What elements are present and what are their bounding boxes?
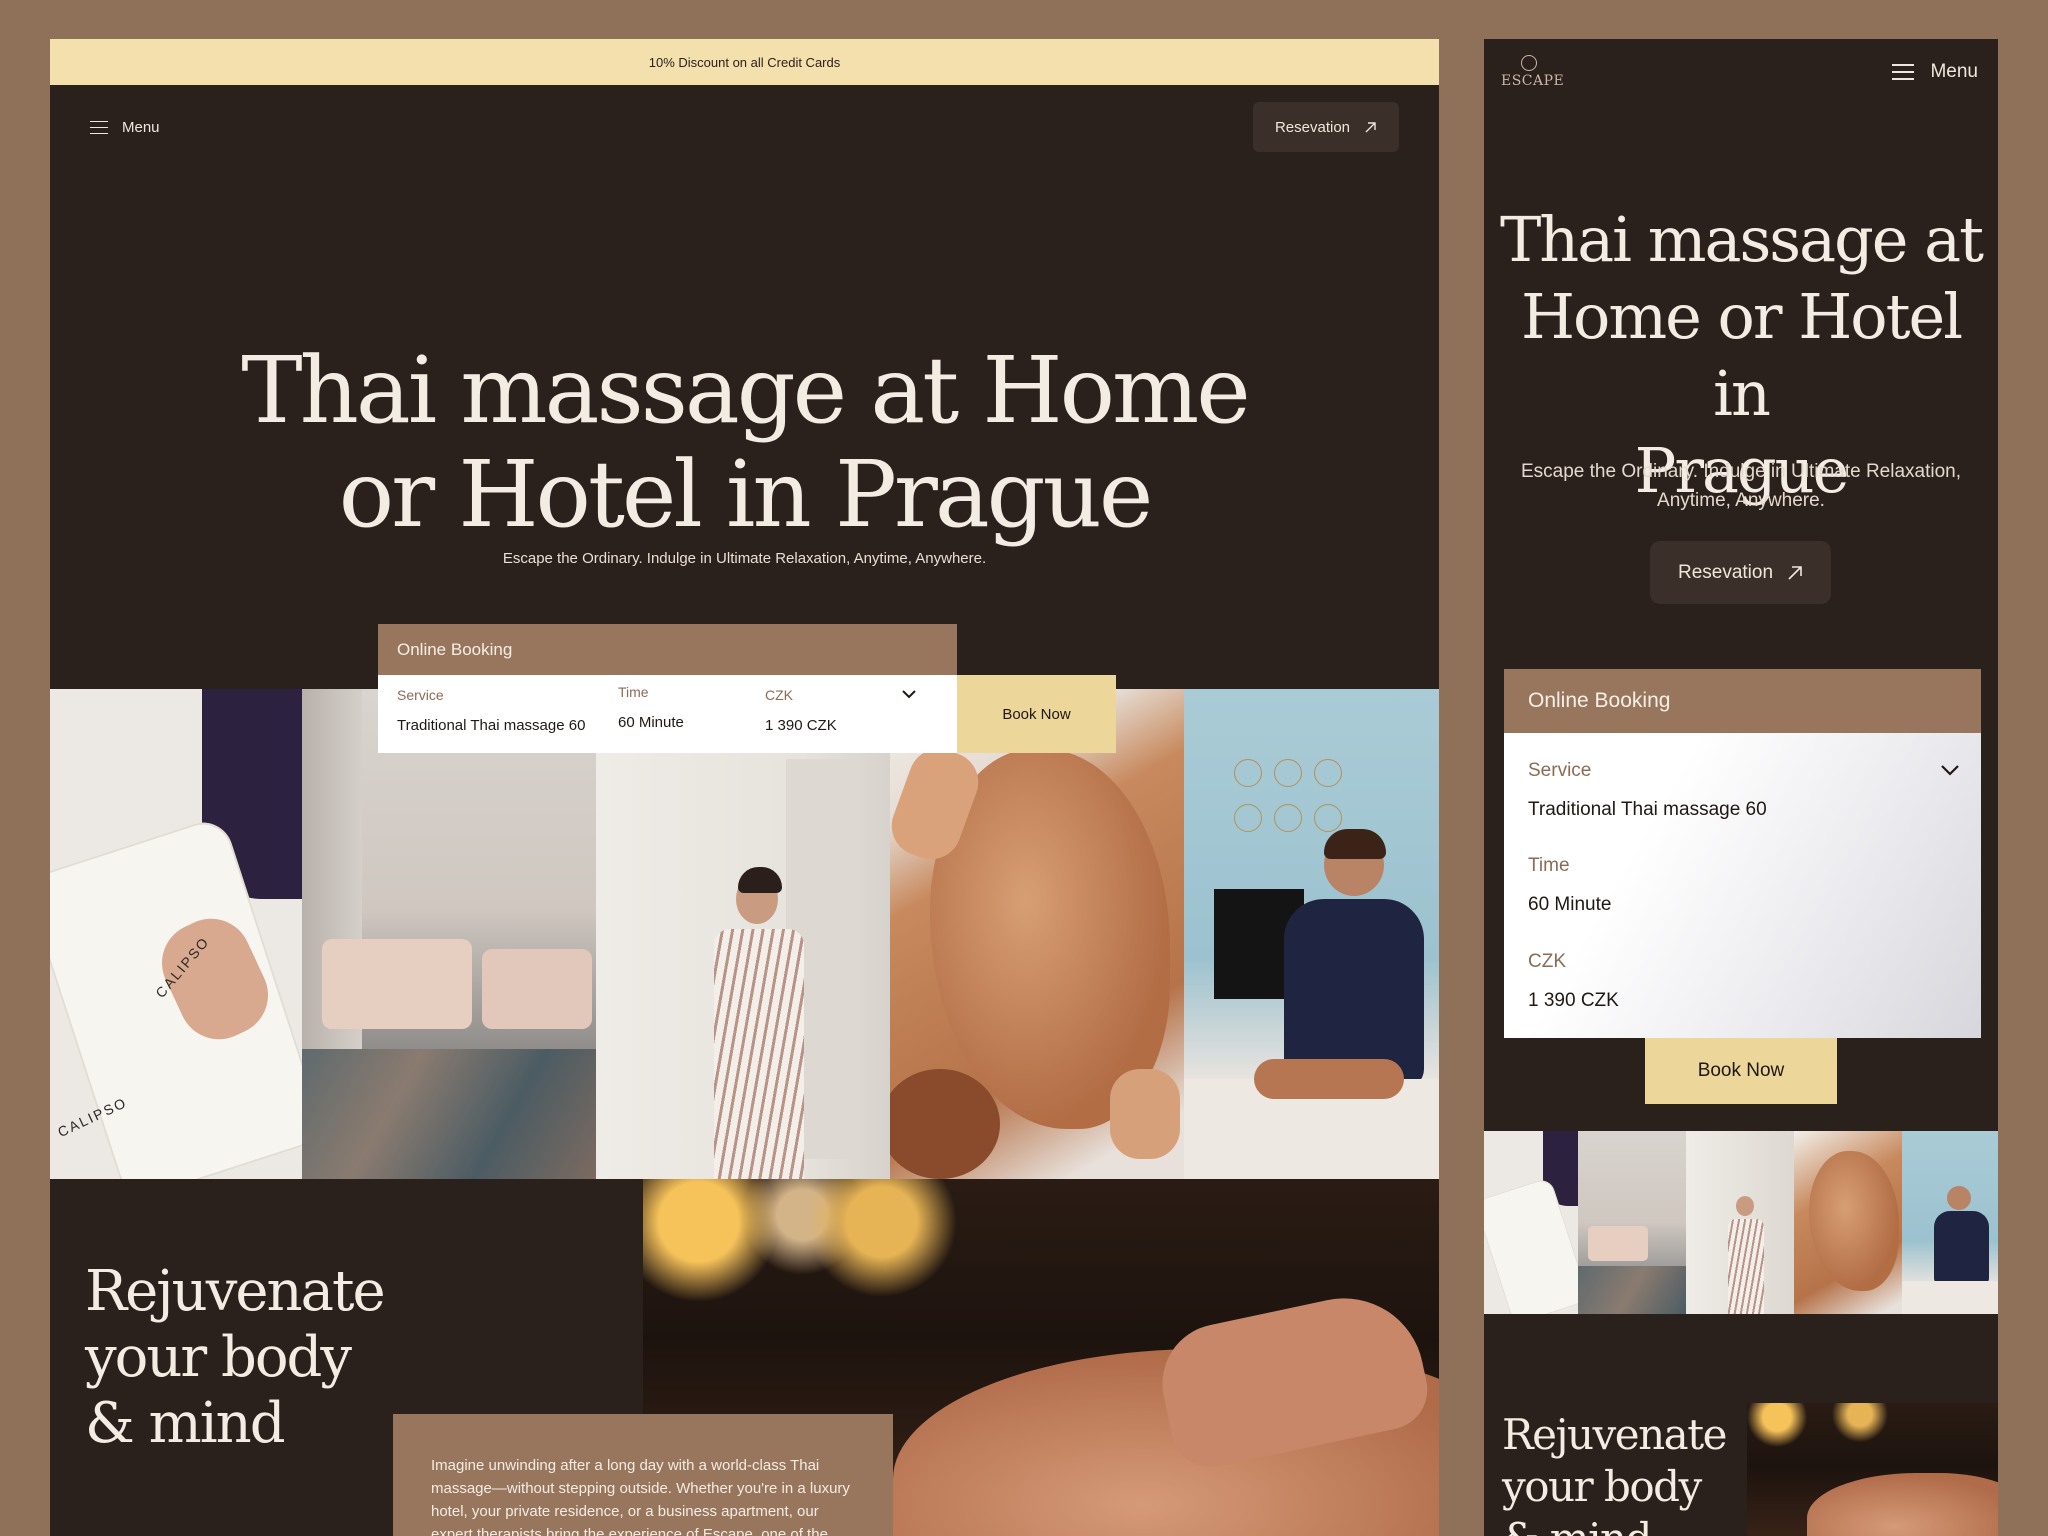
- mobile-title-line2: Home or Hotel in: [1520, 280, 1963, 430]
- mobile-time-field[interactable]: Time 60 Minute: [1504, 833, 1981, 928]
- mobile-page: ESCAPE Menu Thai massage at Home or Hote…: [1484, 39, 1998, 1536]
- time-label: Time: [618, 684, 649, 700]
- mobile-service-value: Traditional Thai massage 60: [1528, 799, 1767, 820]
- mobile-subtitle-line1: Escape the Ordinary. Indulge in Ultimate…: [1520, 461, 1962, 482]
- price-label: CZK: [765, 687, 793, 703]
- hamburger-icon: [90, 120, 108, 134]
- price-field[interactable]: CZK 1 390 CZK: [765, 675, 957, 753]
- time-value: 60 Minute: [618, 714, 684, 731]
- mobile-rejuvenate-line2: your body: [1502, 1462, 1702, 1511]
- price-value: 1 390 CZK: [765, 717, 837, 734]
- mobile-towel-photo: [1484, 1131, 1578, 1314]
- chevron-down-icon[interactable]: [901, 686, 917, 704]
- mobile-price-value: 1 390 CZK: [1528, 990, 1619, 1011]
- mobile-time-value: 60 Minute: [1528, 894, 1612, 915]
- menu-label: Menu: [122, 118, 160, 136]
- service-value: Traditional Thai massage 60: [397, 717, 586, 734]
- escape-logo[interactable]: ESCAPE: [1501, 55, 1565, 89]
- booking-widget: Online Booking Service Traditional Thai …: [378, 624, 1116, 753]
- photo-strip: CALIPSO CALIPSO: [50, 689, 1439, 1179]
- living-room-photo: [302, 689, 596, 1179]
- mobile-price-field[interactable]: CZK 1 390 CZK: [1504, 929, 1981, 1029]
- hero-title-line1: Thai massage at Home: [241, 337, 1250, 444]
- mobile-back-massage-photo: [1794, 1131, 1902, 1314]
- mobile-photo-strip: [1484, 1131, 1998, 1314]
- mobile-therapist-table-photo: [1902, 1131, 1998, 1314]
- arrow-up-right-icon: [1787, 565, 1803, 581]
- rejuvenate-line2: your body: [85, 1325, 352, 1390]
- mobile-subtitle-line2: Anytime, Anywhere.: [1657, 490, 1825, 511]
- mobile-book-now-button[interactable]: Book Now: [1645, 1038, 1837, 1104]
- top-nav: Menu Resevation: [90, 101, 1399, 153]
- mobile-service-field[interactable]: Service Traditional Thai massage 60: [1504, 733, 1981, 828]
- mobile-rejuvenate-line3: & mind: [1502, 1514, 1652, 1536]
- hero-title-line2: or Hotel in Prague: [338, 441, 1154, 548]
- mobile-menu-button[interactable]: Menu: [1892, 61, 1978, 83]
- mobile-living-room-photo: [1578, 1131, 1686, 1314]
- reservation-label: Resevation: [1274, 118, 1350, 136]
- mobile-reservation-label: Resevation: [1677, 561, 1774, 583]
- towel-photo: CALIPSO CALIPSO: [50, 689, 302, 1179]
- therapist-portrait-photo: [596, 689, 890, 1179]
- rejuvenate-heading: Rejuvenate your body & mind: [85, 1259, 386, 1457]
- booking-heading: Online Booking: [378, 624, 957, 675]
- mobile-time-label: Time: [1528, 855, 1570, 876]
- hero-subtitle: Escape the Ordinary. Indulge in Ultimate…: [502, 550, 987, 567]
- booking-fields: Service Traditional Thai massage 60 Time…: [378, 675, 957, 753]
- therapist-table-photo: [1184, 689, 1439, 1179]
- mobile-hero-subtitle: Escape the Ordinary. Indulge in Ultimate…: [1514, 457, 1968, 515]
- mobile-service-label: Service: [1528, 760, 1592, 781]
- mobile-booking-heading: Online Booking: [1504, 669, 1981, 733]
- menu-button[interactable]: Menu: [90, 119, 160, 136]
- mobile-therapist-portrait-photo: [1686, 1131, 1794, 1314]
- time-field[interactable]: Time 60 Minute: [618, 675, 758, 753]
- desktop-page: 10% Discount on all Credit Cards Menu Re…: [50, 39, 1439, 1536]
- reservation-button[interactable]: Resevation: [1252, 102, 1399, 152]
- arrow-up-right-icon: [1364, 121, 1377, 134]
- about-box: Imagine unwinding after a long day with …: [393, 1414, 893, 1536]
- rejuvenate-line1: Rejuvenate: [85, 1259, 386, 1324]
- back-massage-photo: [890, 689, 1184, 1179]
- promo-bar: 10% Discount on all Credit Cards: [50, 39, 1439, 85]
- mobile-title-line1: Thai massage at: [1499, 203, 1984, 276]
- hamburger-icon: [1892, 64, 1915, 80]
- logo-text: ESCAPE: [1501, 73, 1565, 89]
- service-field[interactable]: Service Traditional Thai massage 60: [378, 675, 608, 753]
- promo-text: 10% Discount on all Credit Cards: [648, 54, 841, 70]
- mobile-rejuvenate-heading: Rejuvenate your body & mind: [1502, 1409, 1727, 1536]
- mobile-reservation-button[interactable]: Resevation: [1650, 541, 1831, 604]
- about-text: Imagine unwinding after a long day with …: [431, 1457, 850, 1536]
- mobile-facial-massage-photo: [1747, 1403, 1998, 1536]
- book-now-button[interactable]: Book Now: [957, 675, 1116, 753]
- mobile-menu-label: Menu: [1930, 61, 1978, 82]
- rejuvenate-line3: & mind: [85, 1391, 286, 1456]
- service-label: Service: [397, 687, 444, 703]
- mobile-price-label: CZK: [1528, 951, 1566, 972]
- logo-mark-icon: [1521, 55, 1537, 71]
- chevron-down-icon[interactable]: [1940, 763, 1960, 781]
- mobile-booking-fields: Service Traditional Thai massage 60 Time…: [1504, 733, 1981, 1038]
- hero-title: Thai massage at Home or Hotel in Prague: [50, 339, 1439, 547]
- mobile-rejuvenate-line1: Rejuvenate: [1502, 1410, 1727, 1459]
